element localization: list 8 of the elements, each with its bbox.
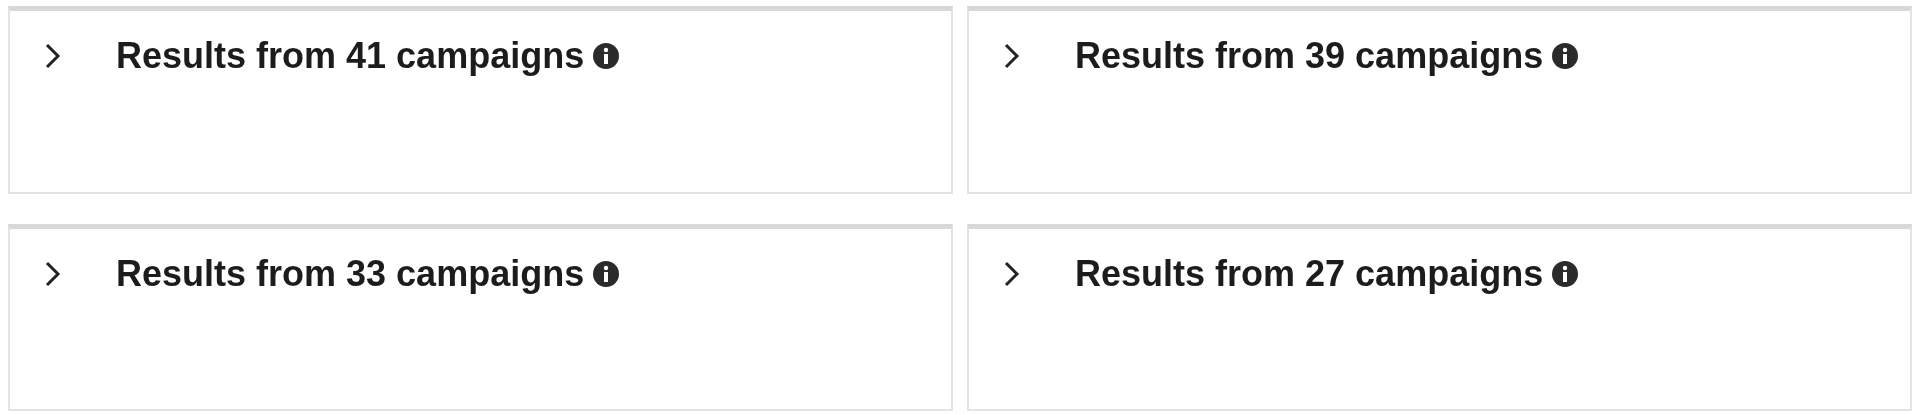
results-heading: Results from 33 campaigns	[116, 252, 585, 295]
results-heading: Results from 41 campaigns	[116, 35, 585, 77]
results-heading: Results from 39 campaigns	[1075, 35, 1544, 77]
info-icon[interactable]	[1551, 259, 1580, 288]
info-icon[interactable]	[592, 42, 621, 70]
info-icon[interactable]	[1551, 42, 1580, 70]
results-heading: Results from 27 campaigns	[1075, 252, 1544, 295]
info-icon[interactable]	[592, 259, 621, 288]
